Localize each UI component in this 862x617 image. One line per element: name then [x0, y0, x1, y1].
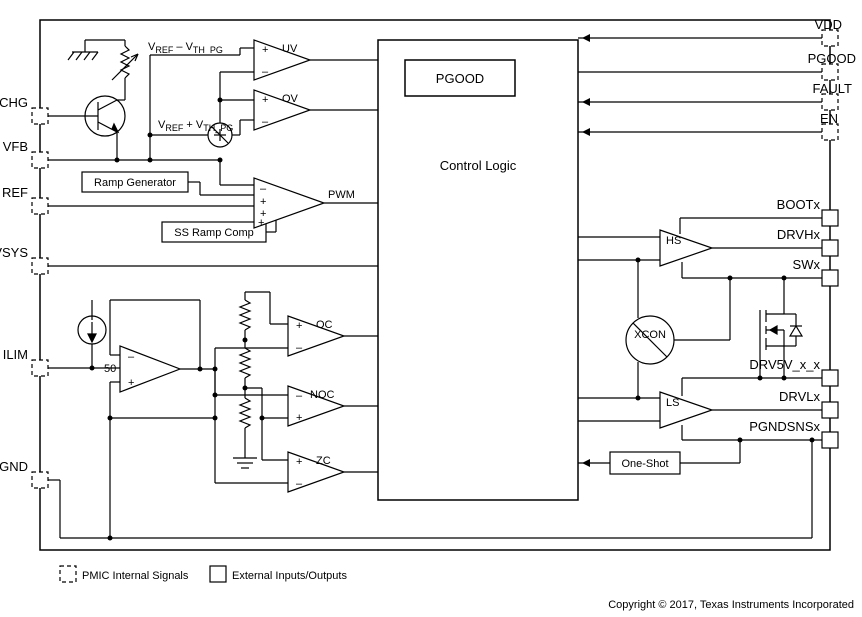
- pin-gnd: GND: [0, 459, 28, 474]
- control-logic-label: Control Logic: [440, 158, 517, 173]
- legend-pmic: PMIC Internal Signals: [82, 570, 189, 582]
- pin-ilim: ILIM: [3, 347, 28, 362]
- ground-icon: [233, 450, 257, 468]
- hs-driver: HS: [660, 230, 712, 266]
- pin-ref: REF: [2, 185, 28, 200]
- svg-text:–: –: [296, 390, 303, 402]
- svg-text:HS: HS: [666, 235, 681, 247]
- one-shot-label: One-Shot: [621, 458, 668, 470]
- pin-swx: SWx: [793, 257, 821, 272]
- svg-text:–: –: [260, 183, 267, 195]
- variable-resistor-icon: [112, 46, 138, 80]
- svg-text:–: –: [262, 116, 269, 128]
- zc-comparator: + – ZC: [288, 452, 344, 492]
- svg-text:ZC: ZC: [316, 455, 331, 467]
- svg-text:LS: LS: [666, 397, 679, 409]
- svg-text:NOC: NOC: [310, 389, 335, 401]
- svg-text:+: +: [296, 412, 302, 424]
- ramp-generator-label: Ramp Generator: [94, 177, 176, 189]
- noc-comparator: – + NOC: [288, 386, 344, 426]
- oc-comparator: + – OC: [288, 316, 344, 356]
- chassis-ground-icon: [68, 40, 98, 60]
- svg-text:–: –: [296, 478, 303, 490]
- pin-en: EN: [820, 111, 838, 126]
- xcon-block: XCON: [626, 316, 674, 364]
- svg-text:+: +: [296, 320, 302, 332]
- pin-pgood: PGOOD: [808, 51, 856, 66]
- svg-text:PWM: PWM: [328, 189, 355, 201]
- bjt-icon: [48, 96, 125, 160]
- ov-comparator: + – OV: [254, 90, 310, 130]
- resistor-chain-icon: [240, 292, 250, 450]
- svg-text:UV: UV: [282, 43, 298, 55]
- pin-vsys: VSYS: [0, 245, 28, 260]
- svg-text:OC: OC: [316, 319, 333, 331]
- svg-text:+: +: [296, 456, 302, 468]
- pin-bootx: BOOTx: [777, 197, 821, 212]
- svg-text:+: +: [260, 196, 266, 208]
- mosfet-icon: [760, 300, 802, 360]
- pin-vdd: VDD: [815, 17, 842, 32]
- ss-ramp-label: SS Ramp Comp: [174, 227, 253, 239]
- pin-pgndsnsx: PGNDSNSx: [749, 419, 820, 434]
- pin-drvhx: DRVHx: [777, 227, 821, 242]
- svg-text:–: –: [262, 66, 269, 78]
- ls-driver: LS: [660, 392, 712, 428]
- svg-text:XCON: XCON: [634, 329, 666, 341]
- control-logic-block: [378, 40, 578, 500]
- pin-fault: FAULT: [813, 81, 853, 96]
- copyright-label: Copyright © 2017, Texas Instruments Inco…: [608, 599, 854, 611]
- pin-drvlx: DRVLx: [779, 389, 820, 404]
- svg-text:+: +: [128, 377, 134, 389]
- uv-comparator: + – UV: [254, 40, 310, 80]
- svg-text:–: –: [296, 342, 303, 354]
- svg-text:–: –: [128, 351, 135, 363]
- svg-text:+: +: [262, 44, 268, 56]
- legend-external: External Inputs/Outputs: [232, 570, 347, 582]
- pin-vfb: VFB: [3, 139, 28, 154]
- pgood-block-label: PGOOD: [436, 71, 484, 86]
- current-source-icon: [78, 300, 106, 368]
- vref-minus-label: VREF – VTH_PG: [148, 41, 223, 55]
- opamp-icon: – +: [120, 346, 180, 392]
- svg-text:OV: OV: [282, 93, 299, 105]
- pin-dchg: DCHG: [0, 95, 28, 110]
- svg-text:+: +: [258, 217, 264, 229]
- svg-text:+: +: [262, 94, 268, 106]
- vref-plus-label: VREF + VTH_PG: [158, 119, 233, 133]
